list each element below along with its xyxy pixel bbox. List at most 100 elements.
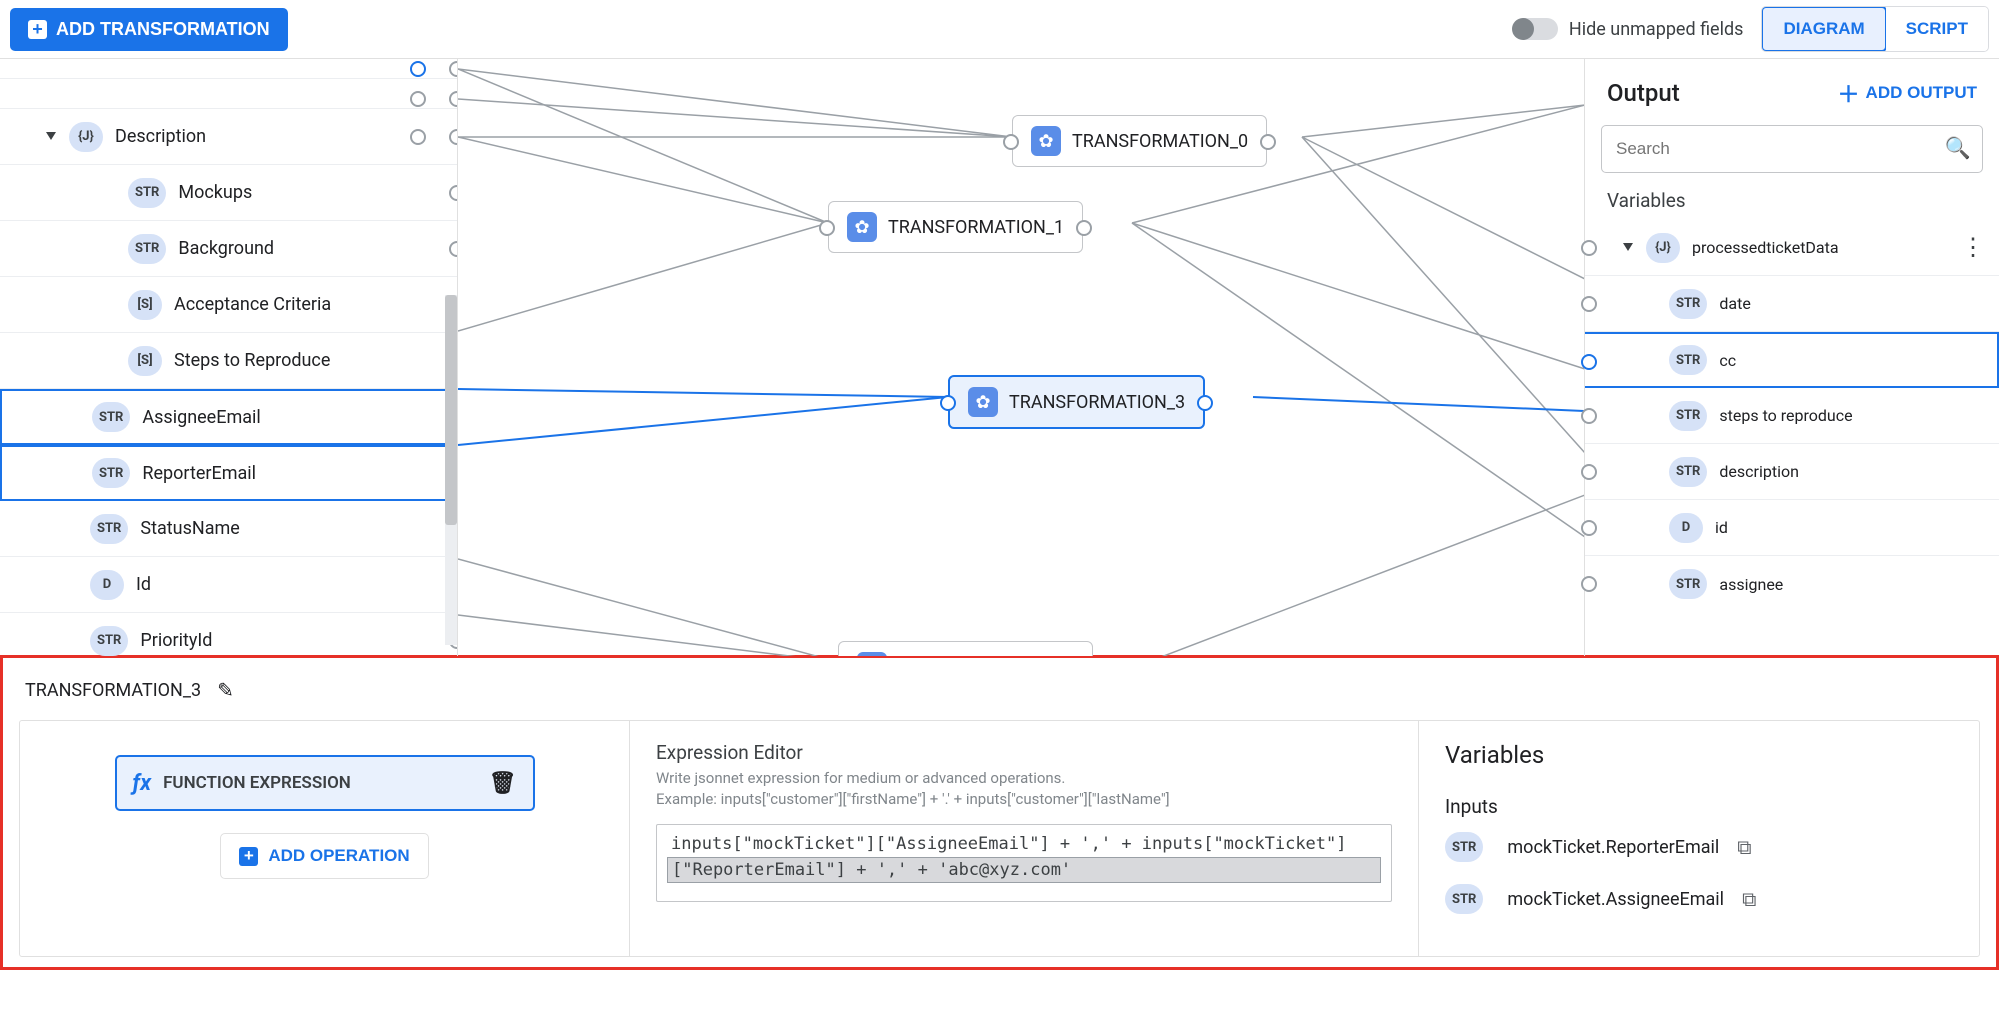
view-segments: DIAGRAM SCRIPT xyxy=(1761,6,1989,52)
gear-icon: ✿ xyxy=(968,387,998,417)
node-transformation-1[interactable]: ✿ TRANSFORMATION_1 xyxy=(828,201,1083,253)
type-badge-str: STR xyxy=(92,402,130,432)
edit-icon[interactable]: ✎ xyxy=(217,678,234,702)
node-label: TRANSFORMATION_1 xyxy=(888,217,1064,238)
expression-editor-input[interactable]: inputs["mockTicket"]["AssigneeEmail"] + … xyxy=(656,824,1392,902)
output-panel: Output ＋ADD OUTPUT 🔍 Variables {J} proce… xyxy=(1584,59,1999,656)
tree-row-reporter-email[interactable]: STR ReporterEmail xyxy=(0,445,457,501)
copy-icon[interactable]: ⧉ xyxy=(1742,887,1756,911)
gear-icon: ✿ xyxy=(1031,126,1061,156)
output-row-label: cc xyxy=(1719,351,1736,370)
vars-title: Variables xyxy=(1445,741,1953,769)
output-row-label: steps to reproduce xyxy=(1719,406,1852,425)
output-row-steps[interactable]: STR steps to reproduce xyxy=(1585,388,1999,444)
search-input[interactable] xyxy=(1601,125,1983,173)
scrollbar[interactable] xyxy=(445,295,457,645)
type-badge-arr: [S] xyxy=(128,346,162,376)
tree-row-truncated[interactable] xyxy=(0,79,457,109)
output-row-label: assignee xyxy=(1719,575,1783,594)
code-line-selected: ["ReporterEmail"] + ',' + 'abc@xyz.com' xyxy=(667,857,1381,883)
tree-label: Background xyxy=(178,238,274,259)
tree-label: Mockups xyxy=(178,182,252,203)
expression-editor-title: Expression Editor xyxy=(656,741,1392,764)
plus-icon: ＋ xyxy=(1838,77,1860,109)
detail-title-text: TRANSFORMATION_3 xyxy=(25,680,201,701)
gear-icon: ✿ xyxy=(857,652,887,656)
type-badge-str: STR xyxy=(90,514,128,544)
copy-icon[interactable]: ⧉ xyxy=(1737,835,1751,859)
output-row-id[interactable]: D id xyxy=(1585,500,1999,556)
chevron-down-icon[interactable] xyxy=(40,126,62,148)
type-badge-json: {J} xyxy=(1646,233,1680,263)
type-badge-str: STR xyxy=(1669,401,1707,431)
segment-diagram[interactable]: DIAGRAM xyxy=(1761,6,1886,52)
tree-label: ReporterEmail xyxy=(142,463,256,484)
node-transformation-2[interactable]: ✿ TRANSFORMATION_2 xyxy=(838,641,1093,656)
tree-label: PriorityId xyxy=(140,630,212,651)
tree-label: Steps to Reproduce xyxy=(174,350,330,371)
type-badge-arr: [S] xyxy=(128,290,162,320)
chevron-down-icon[interactable] xyxy=(1617,237,1639,259)
kebab-icon[interactable]: ⋮ xyxy=(1961,243,1985,253)
transformation-detail-panel: TRANSFORMATION_3 ✎ ƒx FUNCTION EXPRESSIO… xyxy=(0,655,1999,970)
search-icon: 🔍 xyxy=(1945,137,1971,161)
type-badge-d: D xyxy=(90,570,124,600)
type-badge-str: STR xyxy=(1669,569,1707,599)
output-title: Output xyxy=(1607,79,1680,107)
type-badge-str: STR xyxy=(92,458,130,488)
output-row-cc[interactable]: STR cc xyxy=(1585,332,1999,388)
tree-row-steps[interactable]: [S] Steps to Reproduce xyxy=(0,333,457,389)
type-badge-str: STR xyxy=(1445,884,1483,914)
plus-icon: + xyxy=(239,847,258,866)
type-badge-str: STR xyxy=(1669,457,1707,487)
hide-unmapped-label: Hide unmapped fields xyxy=(1569,19,1744,40)
node-transformation-3[interactable]: ✿ TRANSFORMATION_3 xyxy=(948,375,1205,429)
segment-script[interactable]: SCRIPT xyxy=(1886,7,1988,51)
type-badge-str: STR xyxy=(1669,289,1707,319)
add-transformation-label: ADD TRANSFORMATION xyxy=(56,19,270,40)
function-expression-chip[interactable]: ƒx FUNCTION EXPRESSION 🗑 xyxy=(115,755,535,811)
output-root-row[interactable]: {J} processedticketData ⋮ xyxy=(1585,220,1999,276)
code-line: inputs["mockTicket"]["AssigneeEmail"] + … xyxy=(657,831,1391,857)
tree-row-id[interactable]: D Id xyxy=(0,557,457,613)
add-operation-button[interactable]: + ADD OPERATION xyxy=(220,833,428,879)
node-transformation-0[interactable]: ✿ TRANSFORMATION_0 xyxy=(1012,115,1267,167)
tree-row-mockups[interactable]: STR Mockups xyxy=(0,165,457,221)
output-search: 🔍 xyxy=(1601,125,1983,173)
type-badge-str: STR xyxy=(1669,345,1707,375)
output-row-description[interactable]: STR description xyxy=(1585,444,1999,500)
tree-label: Acceptance Criteria xyxy=(174,294,331,315)
var-row: STR mockTicket.AssigneeEmail ⧉ xyxy=(1445,884,1953,914)
output-row-label: id xyxy=(1715,518,1728,537)
tree-row-background[interactable]: STR Background xyxy=(0,221,457,277)
type-badge-d: D xyxy=(1669,513,1703,543)
output-row-assignee[interactable]: STR assignee xyxy=(1585,556,1999,612)
type-badge-str: STR xyxy=(1445,832,1483,862)
gear-icon: ✿ xyxy=(847,212,877,242)
tree-row-priority[interactable]: STR PriorityId xyxy=(0,613,457,656)
function-expression-label: FUNCTION EXPRESSION xyxy=(163,773,351,793)
output-row-date[interactable]: STR date xyxy=(1585,276,1999,332)
node-label: TRANSFORMATION_3 xyxy=(1009,392,1185,413)
tree-label: Description xyxy=(115,126,206,147)
add-output-button[interactable]: ＋ADD OUTPUT xyxy=(1838,77,1977,109)
add-transformation-button[interactable]: + ADD TRANSFORMATION xyxy=(10,8,288,51)
tree-label: StatusName xyxy=(140,518,239,539)
variables-label: Variables xyxy=(1585,189,1999,220)
trash-icon[interactable]: 🗑 xyxy=(489,771,517,796)
diagram-canvas[interactable]: ✿ TRANSFORMATION_0 ✿ TRANSFORMATION_1 ✿ … xyxy=(458,59,1584,656)
type-badge-str: STR xyxy=(128,178,166,208)
tree-row-assignee-email[interactable]: STR AssigneeEmail xyxy=(0,389,457,445)
hide-unmapped-toggle[interactable]: – xyxy=(1514,18,1558,40)
var-label: mockTicket.ReporterEmail xyxy=(1507,837,1719,858)
output-row-label: description xyxy=(1719,462,1799,481)
input-tree: {J} Description STR Mockups STR Backgrou… xyxy=(0,59,457,656)
plus-icon: + xyxy=(28,20,47,39)
node-label: TRANSFORMATION_0 xyxy=(1072,131,1248,152)
tree-row-status-name[interactable]: STR StatusName xyxy=(0,501,457,557)
vars-subtitle: Inputs xyxy=(1445,795,1953,818)
minus-icon: – xyxy=(1517,16,1527,37)
tree-row-description[interactable]: {J} Description xyxy=(0,109,457,165)
tree-row-acceptance[interactable]: [S] Acceptance Criteria xyxy=(0,277,457,333)
tree-label: Id xyxy=(136,574,151,595)
